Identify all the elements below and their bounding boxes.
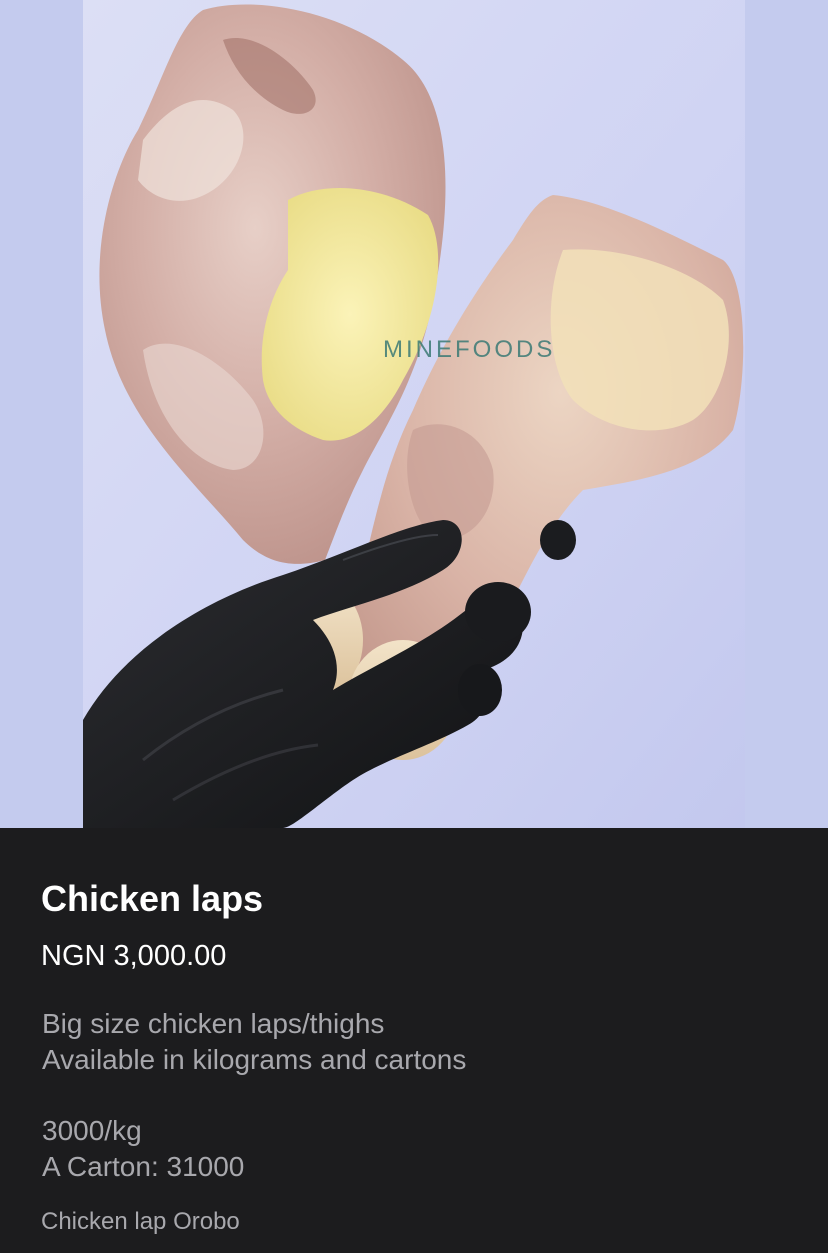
product-detail-page: MINEFOODS Chicken laps NGN 3,000.00 Big … — [0, 0, 828, 1253]
image-letterbox-left — [0, 0, 83, 828]
product-title: Chicken laps — [41, 878, 264, 919]
product-description: Big size chicken laps/thighs Available i… — [42, 1006, 466, 1185]
description-line: Available in kilograms and cartons — [42, 1044, 467, 1075]
description-blank-line — [42, 1078, 466, 1113]
product-image-area[interactable]: MINEFOODS — [0, 0, 828, 828]
description-line: Big size chicken laps/thighs — [42, 1008, 385, 1039]
watermark-text: MINEFOODS — [383, 336, 556, 363]
product-photo[interactable]: MINEFOODS — [83, 0, 745, 828]
description-line: A Carton: 31000 — [42, 1151, 245, 1182]
description-line: 3000/kg — [42, 1115, 142, 1146]
product-price: NGN 3,000.00 — [41, 940, 227, 972]
product-retailer-id: Chicken lap Orobo — [41, 1208, 240, 1235]
product-details-panel: Chicken laps NGN 3,000.00 Big size chick… — [0, 828, 828, 1253]
image-letterbox-right — [745, 0, 828, 828]
